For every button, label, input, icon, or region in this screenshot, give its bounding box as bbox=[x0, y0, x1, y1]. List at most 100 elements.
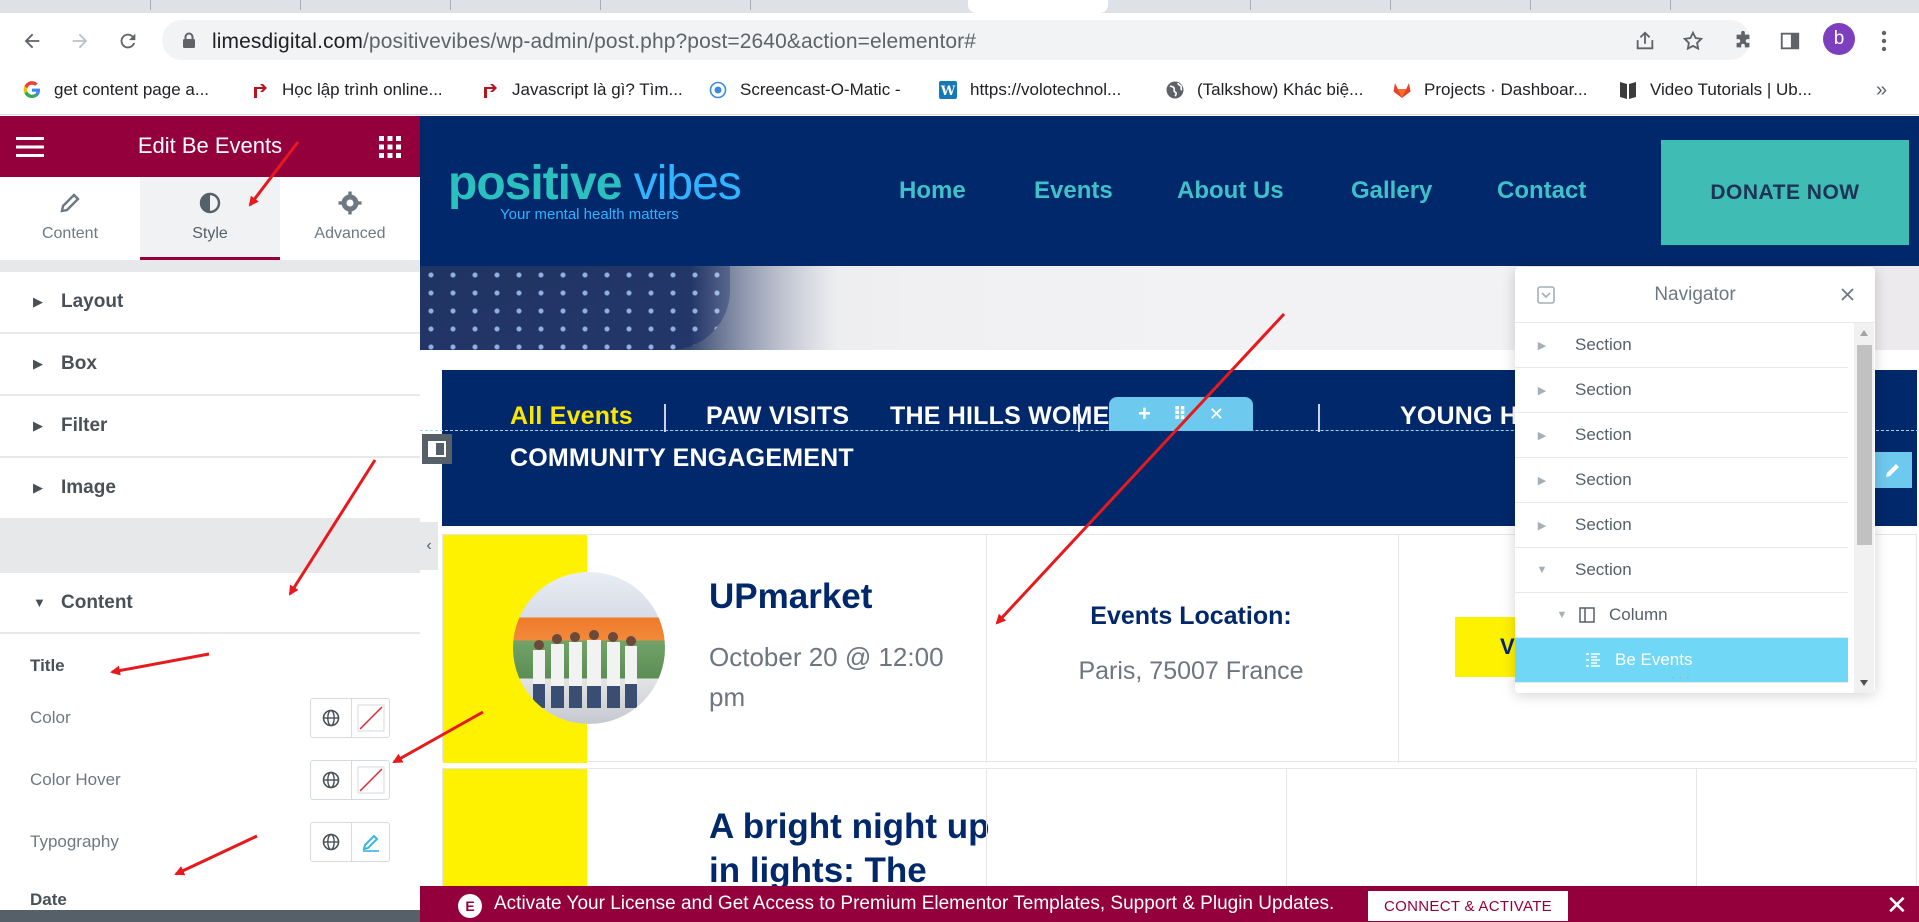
share-icon[interactable] bbox=[1634, 30, 1656, 52]
date-heading: Date bbox=[30, 890, 67, 909]
section-label: Filter bbox=[61, 415, 108, 436]
color-picker-swatch[interactable] bbox=[351, 699, 390, 737]
event-tab-paw-visits[interactable]: PAW VISITS bbox=[706, 402, 849, 431]
section-label: Content bbox=[61, 591, 133, 613]
navigator-header[interactable]: Navigator bbox=[1515, 267, 1875, 323]
bookmark-item[interactable]: (Talkshow) Khác biệ... bbox=[1165, 77, 1363, 103]
delete-section-icon[interactable]: ✕ bbox=[1209, 404, 1224, 425]
panel-collapse-handle[interactable]: ‹ bbox=[420, 522, 438, 570]
event-photo[interactable] bbox=[513, 572, 665, 724]
column-layout-icon bbox=[428, 441, 446, 457]
drag-section-icon[interactable]: ⠿ bbox=[1173, 404, 1187, 425]
bookmark-star-icon[interactable] bbox=[1682, 30, 1704, 52]
bookmark-item[interactable]: Javascript là gì? Tìm... bbox=[480, 77, 683, 103]
wordpress-icon: W bbox=[938, 80, 958, 100]
global-colors-button[interactable] bbox=[311, 699, 350, 737]
forward-button[interactable] bbox=[64, 25, 96, 57]
pencil-icon bbox=[60, 193, 80, 213]
navigator-item-section[interactable]: ▶ Section bbox=[1515, 323, 1848, 368]
bookmark-item[interactable]: Screencast-O-Matic - bbox=[708, 77, 901, 103]
ubuntu-book-icon bbox=[1618, 80, 1638, 100]
title-color-control bbox=[310, 698, 390, 738]
nav-gallery[interactable]: Gallery bbox=[1351, 177, 1432, 205]
browser-menu-button[interactable] bbox=[1868, 25, 1900, 57]
navigator-item-label: Section bbox=[1575, 470, 1632, 489]
navigator-item-section[interactable]: ▼ Section bbox=[1515, 548, 1848, 593]
event-date: October 20 @ 12:00 pm bbox=[709, 642, 944, 712]
event-tab-community-engagement[interactable]: COMMUNITY ENGAGEMENT bbox=[510, 444, 854, 473]
event-photo-people bbox=[533, 630, 637, 708]
section-content[interactable]: ▼ Content bbox=[0, 573, 420, 633]
half-circle-icon bbox=[199, 192, 221, 214]
close-notice-button[interactable]: ✕ bbox=[1886, 890, 1908, 921]
svg-text:W: W bbox=[940, 84, 956, 99]
navigator-item-section[interactable]: ▶ Section bbox=[1515, 503, 1848, 548]
bookmark-label: Học lập trình online... bbox=[282, 80, 443, 99]
navigator-item-label: Section bbox=[1575, 560, 1632, 579]
section-filter[interactable]: ▶ Filter bbox=[0, 396, 420, 456]
event-tab-all-events[interactable]: All Events bbox=[510, 402, 633, 431]
bookmark-item[interactable]: get content page a... bbox=[22, 77, 209, 103]
title-heading: Title bbox=[30, 656, 65, 675]
global-colors-button[interactable] bbox=[311, 761, 350, 799]
bookmark-item[interactable]: Projects · Dashboar... bbox=[1392, 77, 1587, 103]
bookmark-item[interactable]: Video Tutorials | Ub... bbox=[1618, 77, 1812, 103]
section-image[interactable]: ▶ Image bbox=[0, 458, 420, 518]
screencast-icon bbox=[708, 80, 728, 100]
nav-about-us[interactable]: About Us bbox=[1177, 177, 1284, 205]
column-handle[interactable] bbox=[422, 434, 452, 464]
back-button[interactable] bbox=[16, 25, 48, 57]
section-layout[interactable]: ▶ Layout bbox=[0, 272, 420, 332]
navigator-scrollbar[interactable] bbox=[1854, 323, 1874, 693]
tab-style[interactable]: Style bbox=[140, 177, 280, 260]
bookmark-item[interactable]: Học lập trình online... bbox=[250, 77, 443, 103]
global-fonts-button[interactable] bbox=[311, 823, 350, 861]
connect-activate-button[interactable]: CONNECT & ACTIVATE bbox=[1368, 891, 1568, 921]
active-browser-tab[interactable] bbox=[968, 0, 1108, 13]
section-box[interactable]: ▶ Box bbox=[0, 334, 420, 394]
globe-icon bbox=[322, 771, 339, 789]
event-title[interactable]: UPmarket bbox=[709, 577, 872, 617]
side-panel-button[interactable] bbox=[1774, 25, 1806, 57]
scroll-down-icon[interactable] bbox=[1859, 679, 1869, 687]
nav-home[interactable]: Home bbox=[899, 177, 966, 205]
widget-edit-handle[interactable] bbox=[1874, 452, 1912, 488]
caret-right-icon: ▶ bbox=[1537, 519, 1547, 532]
profile-avatar[interactable]: b bbox=[1823, 23, 1855, 55]
nav-events[interactable]: Events bbox=[1034, 177, 1113, 205]
cell-divider bbox=[986, 535, 987, 763]
color-label: Color bbox=[30, 708, 71, 727]
extensions-button[interactable] bbox=[1727, 25, 1759, 57]
widgets-grid-icon[interactable] bbox=[379, 136, 401, 158]
section-handle-bar[interactable]: + ⠿ ✕ bbox=[1109, 397, 1253, 431]
navigator-item-section[interactable]: ▶ Section bbox=[1515, 413, 1848, 458]
event-title[interactable]: A bright night up in lights: The bbox=[709, 805, 990, 893]
hero-image-person bbox=[420, 266, 730, 350]
tab-advanced[interactable]: Advanced bbox=[280, 177, 420, 260]
navigator-resize-handle[interactable]: ··· bbox=[1515, 669, 1848, 687]
reload-button[interactable] bbox=[112, 25, 144, 57]
bookmark-item[interactable]: W https://volotechnol... bbox=[938, 77, 1121, 103]
more-bookmarks-button[interactable]: » bbox=[1876, 79, 1887, 102]
scrollbar-thumb[interactable] bbox=[1857, 345, 1872, 545]
address-bar[interactable]: limesdigital.com/positivevibes/wp-admin/… bbox=[162, 20, 1750, 60]
scroll-up-icon[interactable] bbox=[1859, 329, 1869, 337]
elementor-panel: Edit Be Events Content Style Advanced ▶ L… bbox=[0, 116, 420, 922]
caret-down-icon: ▼ bbox=[33, 595, 46, 610]
site-logo[interactable]: positive vibes bbox=[448, 156, 742, 211]
nav-contact[interactable]: Contact bbox=[1497, 177, 1586, 205]
donate-now-button[interactable]: DONATE NOW bbox=[1661, 140, 1909, 245]
close-icon[interactable] bbox=[1840, 287, 1855, 302]
navigator-item-column[interactable]: ▼ Column bbox=[1515, 593, 1848, 638]
navigator-item-section[interactable]: ▶ Section bbox=[1515, 368, 1848, 413]
add-section-icon[interactable]: + bbox=[1138, 401, 1151, 427]
typography-edit-button[interactable] bbox=[351, 823, 390, 861]
kebab-menu-icon bbox=[1881, 30, 1887, 52]
caret-right-icon: ▶ bbox=[33, 356, 43, 371]
event-location-heading: Events Location: bbox=[1090, 602, 1292, 630]
navigator-item-section[interactable]: ▶ Section bbox=[1515, 458, 1848, 503]
logo-word-positive: positive bbox=[448, 157, 622, 210]
tab-label: Advanced bbox=[314, 225, 386, 242]
tab-content[interactable]: Content bbox=[0, 177, 140, 260]
color-picker-swatch[interactable] bbox=[351, 761, 390, 799]
